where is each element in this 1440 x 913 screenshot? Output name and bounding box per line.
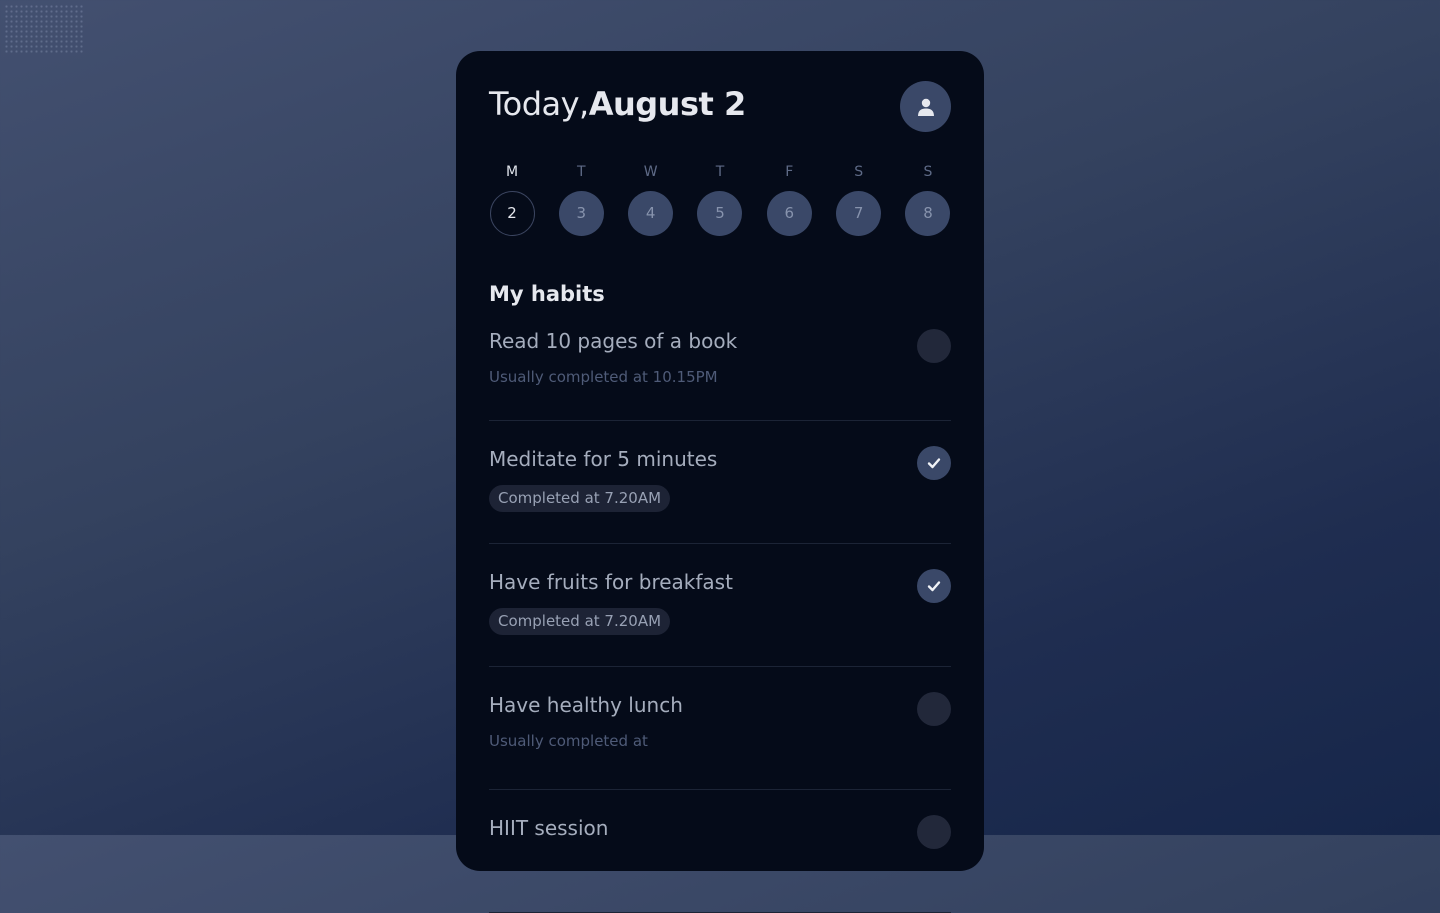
- habit-complete-toggle[interactable]: [917, 815, 951, 849]
- habit-item: Have fruits for breakfast Completed at 7.…: [489, 544, 951, 667]
- habit-complete-toggle[interactable]: [917, 569, 951, 603]
- user-icon: [917, 98, 934, 116]
- week-day-selector: M 2T 3W 4T 5F 6S 7S 8: [489, 161, 951, 236]
- habit-name: Have healthy lunch: [489, 693, 683, 717]
- checkmark-icon: [927, 458, 941, 469]
- day-letter: W: [643, 164, 658, 180]
- day-8[interactable]: S 8: [905, 161, 951, 236]
- day-number[interactable]: 7: [836, 191, 882, 236]
- day-number[interactable]: 2: [489, 191, 535, 236]
- day-5[interactable]: T 5: [697, 161, 743, 236]
- habit-tracker-card: Today,August 2 M 2T 3W 4T 5F 6S 7S 8 My …: [456, 51, 984, 913]
- title-date: August 2: [588, 85, 746, 123]
- day-number[interactable]: 3: [558, 191, 604, 236]
- habit-usual-time: Usually completed at: [489, 732, 648, 750]
- day-letter: F: [785, 164, 794, 180]
- habit-item: HIIT session: [489, 790, 951, 913]
- day-letter: S: [854, 164, 864, 180]
- background-dots-decoration: [4, 4, 84, 54]
- header: Today,August 2: [489, 51, 951, 161]
- habit-complete-toggle[interactable]: [917, 329, 951, 363]
- title-prefix: Today,: [489, 85, 589, 123]
- day-letter: M: [505, 164, 519, 180]
- day-2[interactable]: M 2: [489, 161, 535, 236]
- day-number[interactable]: 5: [697, 191, 743, 236]
- habit-complete-toggle[interactable]: [917, 692, 951, 726]
- day-letter: T: [715, 164, 725, 180]
- habit-name: HIIT session: [489, 816, 609, 840]
- habit-name: Read 10 pages of a book: [489, 329, 738, 353]
- day-number[interactable]: 8: [905, 191, 951, 236]
- habit-item: Read 10 pages of a book Usually completed…: [489, 312, 951, 421]
- section-title-my-habits: My habits: [489, 282, 605, 306]
- day-6[interactable]: F 6: [766, 161, 812, 236]
- page-title: Today,August 2: [489, 85, 746, 123]
- day-letter: S: [923, 164, 933, 180]
- completed-badge: Completed at 7.20AM: [489, 608, 671, 635]
- day-4[interactable]: W 4: [628, 161, 674, 236]
- habit-item: Meditate for 5 minutes Completed at 7.20A…: [489, 421, 951, 544]
- day-letter: T: [577, 164, 586, 180]
- day-3[interactable]: T 3: [558, 161, 604, 236]
- day-7[interactable]: S 7: [836, 161, 882, 236]
- habit-usual-time: Usually completed at 10.15PM: [489, 368, 718, 386]
- habit-item: Have healthy lunch Usually completed at: [489, 667, 951, 790]
- completed-badge: Completed at 7.20AM: [489, 485, 671, 512]
- habit-list: Read 10 pages of a book Usually completed…: [489, 312, 951, 913]
- checkmark-icon: [927, 581, 941, 592]
- day-number[interactable]: 4: [628, 191, 674, 236]
- profile-button[interactable]: [900, 81, 951, 132]
- habit-complete-toggle[interactable]: [917, 446, 951, 480]
- habit-name: Have fruits for breakfast: [489, 570, 733, 594]
- day-number[interactable]: 6: [766, 191, 812, 236]
- habit-name: Meditate for 5 minutes: [489, 447, 718, 471]
